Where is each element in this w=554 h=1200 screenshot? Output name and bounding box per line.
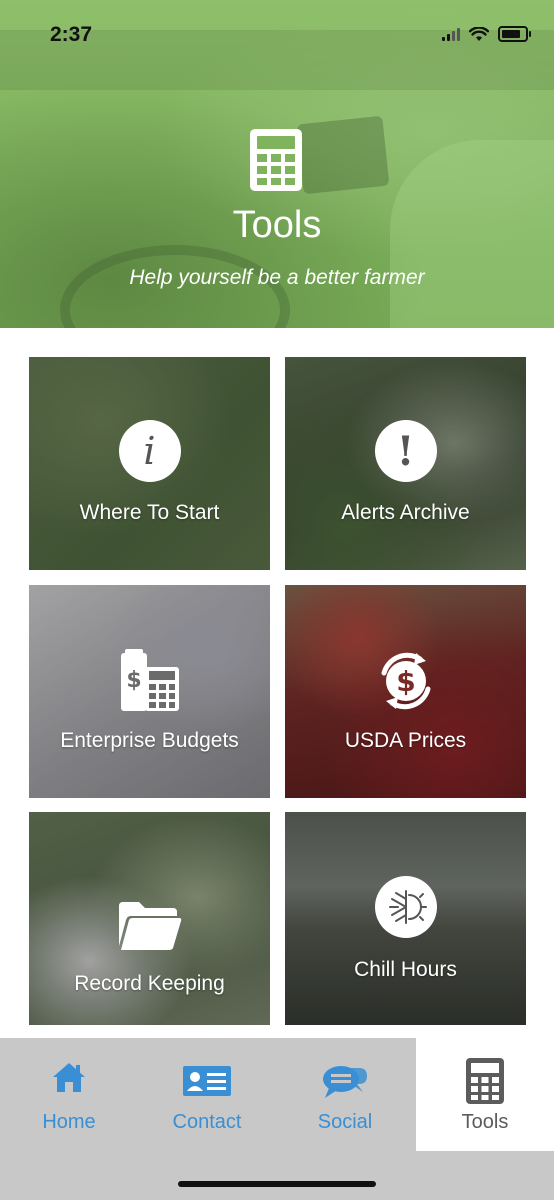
tile-usda-prices[interactable]: $ USDA Prices bbox=[285, 585, 526, 798]
folder-icon bbox=[118, 902, 181, 950]
tab-label: Social bbox=[317, 1111, 373, 1133]
svg-text:$: $ bbox=[126, 668, 141, 693]
tile-record-keeping[interactable]: Record Keeping bbox=[29, 812, 270, 1025]
home-indicator[interactable] bbox=[178, 1181, 376, 1187]
battery-icon bbox=[498, 26, 531, 42]
tile-chill-hours[interactable]: Chill Hours bbox=[285, 812, 526, 1025]
status-time: 2:37 bbox=[50, 23, 93, 46]
tile-where-to-start[interactable]: i Where To Start bbox=[29, 357, 270, 570]
tile-alerts-archive[interactable]: ! Alerts Archive bbox=[285, 357, 526, 570]
calculator-icon bbox=[250, 129, 302, 191]
wifi-icon bbox=[469, 26, 489, 41]
tile-label: USDA Prices bbox=[344, 729, 467, 752]
budget-calculator-icon: $ bbox=[120, 649, 179, 711]
status-bar: 2:37 bbox=[0, 0, 554, 70]
calculator-icon bbox=[466, 1058, 504, 1104]
tab-home[interactable]: Home bbox=[0, 1038, 138, 1151]
chat-bubbles-icon bbox=[323, 1066, 367, 1098]
tile-label: Record Keeping bbox=[74, 972, 225, 995]
exclamation-icon: ! bbox=[374, 420, 437, 482]
tile-enterprise-budgets[interactable]: $ Enterprise Budgets bbox=[29, 585, 270, 798]
page-title: Tools bbox=[232, 204, 322, 246]
home-icon bbox=[53, 1063, 85, 1092]
tab-label: Home bbox=[42, 1111, 96, 1133]
tab-label: Contact bbox=[172, 1111, 242, 1133]
header-banner: 2:37 Tools Help yourself be a better far… bbox=[0, 0, 554, 328]
tab-bar: Home Contact Social Tools bbox=[0, 1038, 554, 1200]
tab-social[interactable]: Social bbox=[276, 1038, 414, 1151]
page-subtitle: Help yourself be a better farmer bbox=[129, 266, 425, 289]
dollar-refresh-icon: $ bbox=[381, 652, 430, 710]
tile-label: Chill Hours bbox=[354, 958, 457, 981]
info-icon: i bbox=[118, 420, 181, 482]
tile-label: Where To Start bbox=[79, 501, 220, 524]
svg-text:$: $ bbox=[396, 665, 415, 698]
snowflake-sun-icon bbox=[374, 876, 437, 938]
tab-contact[interactable]: Contact bbox=[138, 1038, 276, 1151]
cellular-signal-icon bbox=[442, 27, 460, 41]
tile-label: Enterprise Budgets bbox=[60, 729, 239, 752]
contact-card-icon bbox=[183, 1066, 231, 1096]
tile-label: Alerts Archive bbox=[341, 501, 470, 524]
tab-tools[interactable]: Tools bbox=[416, 1038, 554, 1151]
tab-label: Tools bbox=[461, 1111, 509, 1133]
